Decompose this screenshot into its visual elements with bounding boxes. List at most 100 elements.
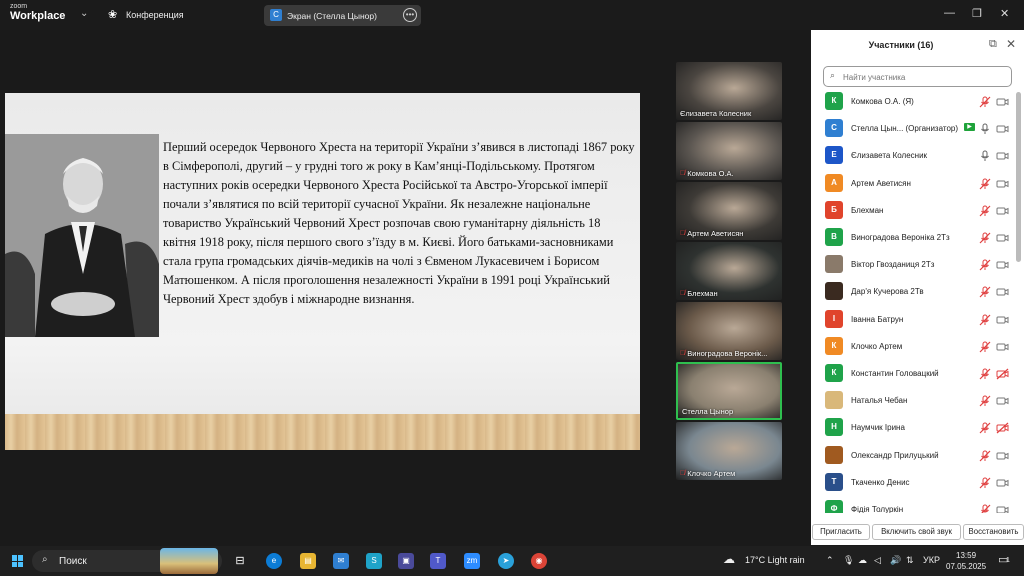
participant-row[interactable]: Олександр Прилуцький bbox=[811, 442, 1016, 469]
camera-icon[interactable] bbox=[996, 122, 1009, 134]
participant-row[interactable]: Н Наумчик Ірина bbox=[811, 414, 1016, 441]
muted-mic-icon[interactable] bbox=[979, 231, 991, 244]
participant-name: Фідія Толуркін bbox=[851, 505, 904, 513]
mail-icon[interactable]: ✉ bbox=[333, 553, 349, 569]
weather-text[interactable]: 17°C Light rain bbox=[745, 555, 805, 565]
camera-icon[interactable] bbox=[996, 449, 1009, 461]
task-view-icon[interactable]: ⊟ bbox=[232, 553, 248, 569]
video-tile-name: Єлизавета Колесник bbox=[680, 109, 751, 118]
invite-button[interactable]: Пригласить bbox=[812, 524, 870, 540]
participant-row[interactable]: С Стелла Цын... (Организатор) ▶ bbox=[811, 115, 1016, 142]
participant-search-input[interactable] bbox=[843, 70, 1003, 84]
muted-mic-icon[interactable] bbox=[979, 367, 991, 380]
avatar: С bbox=[825, 119, 843, 138]
popout-icon[interactable]: ⧉ bbox=[989, 38, 997, 51]
scroll-thumb[interactable] bbox=[1016, 92, 1021, 262]
video-tile[interactable]: 🎙̸ Блехман bbox=[676, 242, 782, 300]
video-tile-name: 🎙̸ Блехман bbox=[680, 289, 718, 298]
scrollbar[interactable] bbox=[1016, 88, 1021, 513]
muted-mic-icon[interactable] bbox=[979, 503, 991, 513]
participant-row[interactable]: Ф Фідія Толуркін bbox=[811, 496, 1016, 513]
muted-mic-icon[interactable] bbox=[979, 476, 991, 489]
muted-mic-icon[interactable] bbox=[979, 421, 991, 434]
unmute-self-button[interactable]: Включить свой звук bbox=[872, 524, 961, 540]
avatar-initial: С bbox=[831, 123, 837, 133]
participant-name: Єлизавета Колесник bbox=[851, 151, 928, 161]
camera-icon[interactable] bbox=[996, 204, 1009, 216]
language-indicator[interactable]: УКР bbox=[923, 555, 940, 565]
muted-mic-icon[interactable] bbox=[979, 313, 991, 326]
participant-row[interactable]: Віктор Гвозданиця 2Тз bbox=[811, 251, 1016, 278]
restore-button[interactable]: Восстановить bbox=[963, 524, 1024, 540]
microphone-tray-icon[interactable]: 🎙 bbox=[843, 555, 854, 566]
muted-mic-icon[interactable] bbox=[979, 285, 991, 298]
video-tile[interactable]: 🎙̸ Клочко Артем bbox=[676, 422, 782, 480]
more-options-icon[interactable]: ••• bbox=[403, 8, 417, 22]
muted-mic-icon[interactable] bbox=[979, 340, 991, 353]
participant-row[interactable]: К Константин Головацкий bbox=[811, 360, 1016, 387]
chrome-icon[interactable]: ◉ bbox=[531, 553, 547, 569]
muted-mic-icon[interactable] bbox=[979, 258, 991, 271]
windows-start-icon[interactable] bbox=[12, 555, 24, 567]
screen-share-pill[interactable]: C Экран (Стелла Цынор) ••• bbox=[264, 5, 421, 26]
muted-mic-icon[interactable] bbox=[979, 204, 991, 217]
telegram-icon[interactable]: ➤ bbox=[498, 553, 514, 569]
close-window-icon[interactable]: ✕ bbox=[1000, 7, 1009, 20]
muted-mic-icon[interactable] bbox=[979, 394, 991, 407]
video-tile[interactable]: Стелла Цынор bbox=[676, 362, 782, 420]
muted-mic-icon[interactable] bbox=[979, 95, 991, 108]
close-icon[interactable]: ✕ bbox=[1006, 37, 1016, 51]
minimize-icon[interactable]: — bbox=[944, 7, 955, 19]
clock[interactable]: 13:59 07.05.2025 bbox=[946, 550, 986, 572]
mic-icon[interactable] bbox=[979, 122, 991, 135]
file-explorer-icon[interactable]: ▤ bbox=[300, 553, 316, 569]
avatar bbox=[825, 445, 843, 464]
mic-icon[interactable] bbox=[979, 149, 991, 162]
shared-screen[interactable]: Перший осередок Червоного Хреста на тери… bbox=[5, 93, 640, 450]
camera-icon[interactable] bbox=[996, 313, 1009, 325]
video-tile[interactable]: 🎙̸ Виноградова Веронік... bbox=[676, 302, 782, 360]
camera-icon[interactable] bbox=[996, 95, 1009, 107]
participant-row[interactable]: І Іванна Батрун bbox=[811, 306, 1016, 333]
skype-icon[interactable]: S bbox=[366, 553, 382, 569]
participant-row[interactable]: Б Блехман bbox=[811, 197, 1016, 224]
participant-row[interactable]: Т Ткаченко Денис bbox=[811, 469, 1016, 496]
camera-icon[interactable] bbox=[996, 285, 1009, 297]
restore-icon[interactable]: ❐ bbox=[972, 7, 982, 20]
participant-row[interactable]: К Клочко Артем bbox=[811, 333, 1016, 360]
app-icon[interactable]: ▣ bbox=[398, 553, 414, 569]
teams-icon[interactable]: T bbox=[430, 553, 446, 569]
camera-icon[interactable] bbox=[996, 149, 1009, 161]
camera-icon[interactable] bbox=[996, 503, 1009, 513]
search-box[interactable]: ⌕ bbox=[823, 66, 1012, 87]
zoom-icon[interactable]: zm bbox=[464, 553, 480, 569]
participant-row[interactable]: А Артем Аветисян bbox=[811, 170, 1016, 197]
network-icon[interactable]: ⇅ bbox=[906, 555, 914, 566]
camera-off-icon[interactable] bbox=[996, 367, 1009, 380]
camera-off-icon[interactable] bbox=[996, 421, 1009, 434]
camera-icon[interactable] bbox=[996, 231, 1009, 243]
onedrive-icon[interactable]: ☁ bbox=[858, 555, 867, 566]
video-tile[interactable]: Єлизавета Колесник bbox=[676, 62, 782, 120]
video-tile[interactable]: 🎙̸ Комкова О.А. bbox=[676, 122, 782, 180]
camera-icon[interactable] bbox=[996, 476, 1009, 488]
camera-icon[interactable] bbox=[996, 340, 1009, 352]
participant-row[interactable]: К Комкова О.А. (Я) bbox=[811, 88, 1016, 115]
chevron-down-icon[interactable]: ⌄ bbox=[80, 8, 88, 19]
participant-row[interactable]: Наталья Чебан bbox=[811, 387, 1016, 414]
participant-row[interactable]: Е Єлизавета Колесник bbox=[811, 142, 1016, 169]
video-tile[interactable]: 🎙̸ Артем Аветисян bbox=[676, 182, 782, 240]
muted-mic-icon[interactable] bbox=[979, 449, 991, 462]
participant-row[interactable]: Дар'я Кучерова 2Тв bbox=[811, 278, 1016, 305]
muted-mic-icon[interactable] bbox=[979, 177, 991, 190]
speaker-icon[interactable]: ◁ bbox=[874, 555, 881, 566]
camera-icon[interactable] bbox=[996, 258, 1009, 270]
search-highlight-image[interactable] bbox=[160, 548, 218, 574]
camera-icon[interactable] bbox=[996, 394, 1009, 406]
volume-icon[interactable]: 🔊 bbox=[890, 555, 901, 566]
meeting-label[interactable]: Конференция bbox=[126, 10, 184, 20]
edge-icon[interactable]: e bbox=[266, 553, 282, 569]
participant-row[interactable]: В Виноградова Вероніка 2Тз bbox=[811, 224, 1016, 251]
tray-chevron-icon[interactable]: ⌃ bbox=[826, 555, 834, 566]
camera-icon[interactable] bbox=[996, 177, 1009, 189]
